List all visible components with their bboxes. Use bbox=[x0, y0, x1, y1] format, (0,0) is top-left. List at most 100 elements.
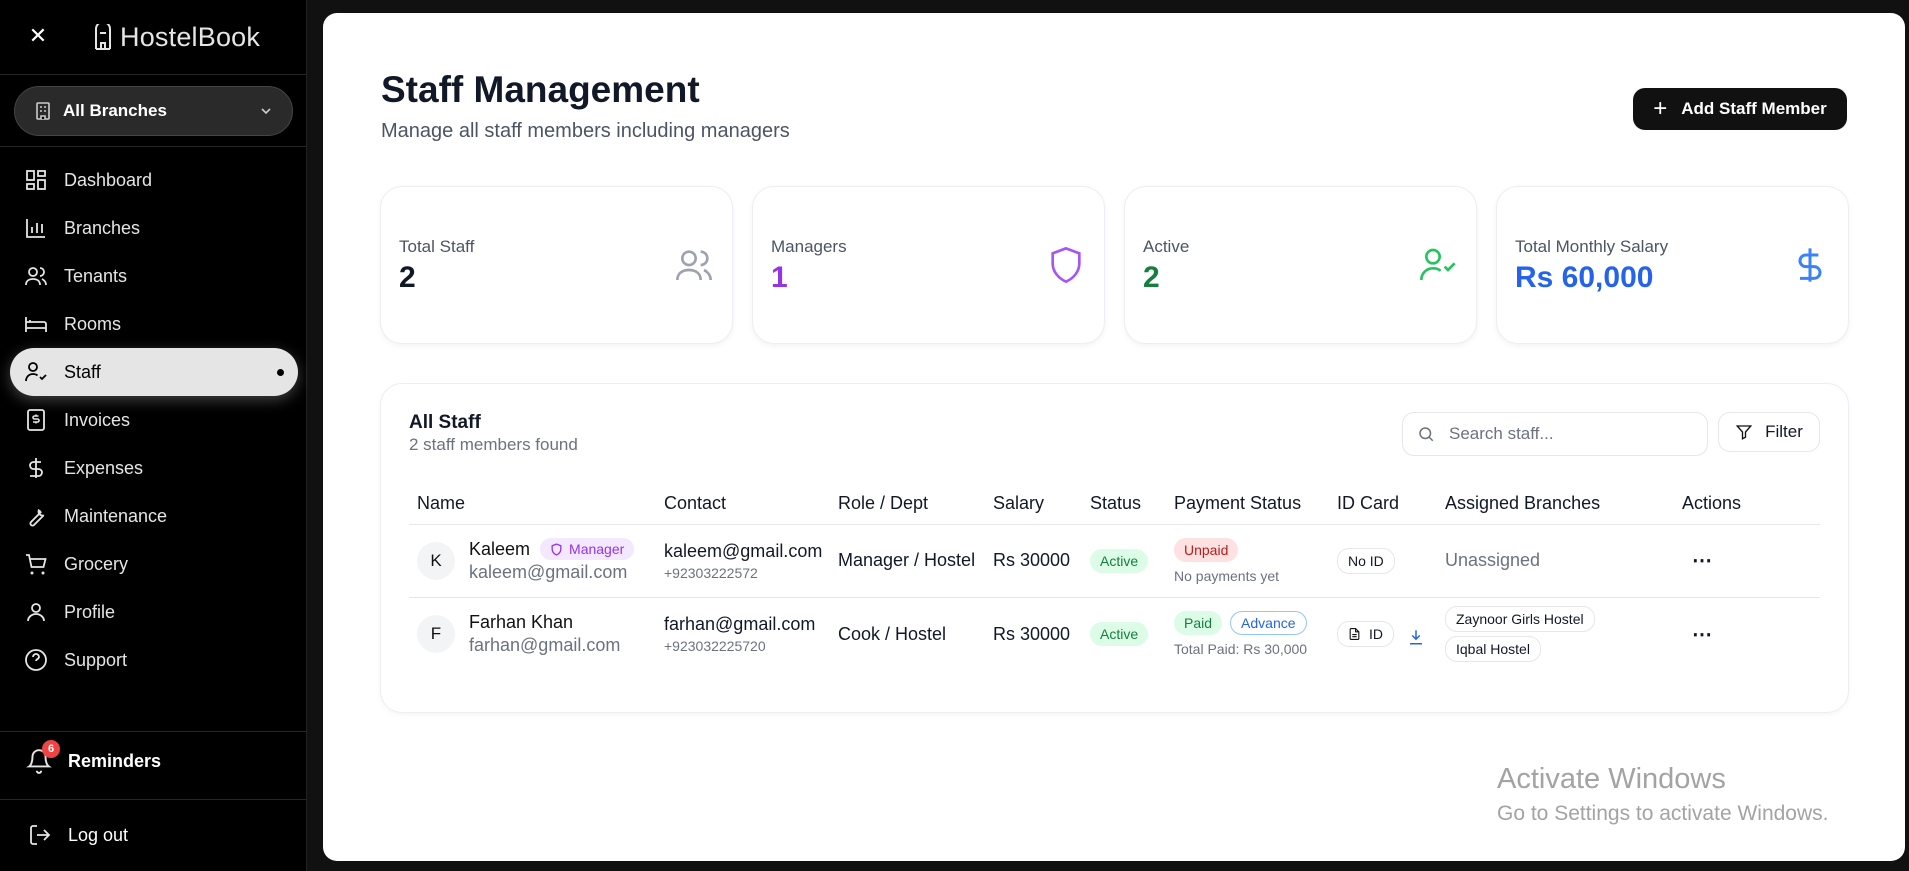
assigned-branches: Unassigned bbox=[1445, 550, 1541, 570]
app-logo-text: HostelBook bbox=[120, 21, 261, 52]
sidebar-item-grocery[interactable]: Grocery bbox=[10, 540, 298, 588]
avatar: K bbox=[417, 541, 455, 580]
staff-table: Name Contact Role / Dept Salary Status P… bbox=[409, 484, 1820, 671]
stat-card-active: Active 2 bbox=[1124, 186, 1477, 344]
sidebar-header: ✕ HostelBook bbox=[0, 0, 307, 74]
stat-label: Total Staff bbox=[399, 237, 475, 256]
sidebar-item-dashboard[interactable]: Dashboard bbox=[10, 156, 298, 204]
payment-note: Total Paid: Rs 30,000 bbox=[1174, 641, 1308, 658]
branch-select-label: All Branches bbox=[63, 101, 167, 120]
advance-badge: Advance bbox=[1230, 611, 1307, 636]
building-icon bbox=[95, 24, 111, 50]
document-icon bbox=[1349, 628, 1360, 641]
contact-email: kaleem@gmail.com bbox=[664, 540, 823, 561]
status-badge: Active bbox=[1090, 548, 1149, 573]
sidebar-item-label: Tenants bbox=[64, 265, 128, 286]
divider bbox=[0, 146, 307, 147]
manager-badge: Manager bbox=[540, 538, 635, 560]
role-dept: Manager / Hostel bbox=[830, 524, 985, 598]
stat-label: Managers bbox=[771, 237, 847, 256]
branch-badge: Iqbal Hostel bbox=[1445, 636, 1541, 663]
active-indicator-dot bbox=[277, 369, 284, 376]
search-box[interactable] bbox=[1402, 412, 1708, 456]
app-logo[interactable]: HostelBook bbox=[92, 20, 260, 54]
windows-watermark-subtitle: Go to Settings to activate Windows. bbox=[1497, 802, 1829, 825]
payment-status-badge: Unpaid bbox=[1174, 537, 1239, 562]
stat-card-total-staff: Total Staff 2 bbox=[380, 186, 733, 344]
users-icon bbox=[25, 267, 47, 286]
reminders-label: Reminders bbox=[68, 750, 162, 771]
stat-label: Active bbox=[1143, 237, 1190, 256]
dashboard-icon bbox=[26, 170, 46, 190]
filter-button[interactable]: Filter bbox=[1718, 412, 1820, 452]
column-header: Salary bbox=[985, 484, 1082, 525]
sidebar-item-maintenance[interactable]: Maintenance bbox=[10, 492, 298, 540]
sidebar-item-label: Rooms bbox=[64, 313, 122, 334]
close-icon[interactable]: ✕ bbox=[26, 24, 50, 48]
page-title: Staff Management bbox=[381, 69, 700, 110]
dollar-icon bbox=[29, 458, 43, 478]
page-subtitle: Manage all staff members including manag… bbox=[381, 120, 790, 142]
logout-label: Log out bbox=[68, 824, 129, 845]
users-icon bbox=[676, 250, 712, 281]
sidebar-item-staff[interactable]: Staff bbox=[10, 348, 298, 396]
download-icon[interactable] bbox=[1407, 628, 1425, 646]
table-count: 2 staff members found bbox=[409, 435, 578, 454]
payment-note: No payments yet bbox=[1174, 567, 1280, 584]
sidebar-item-support[interactable]: Support bbox=[10, 636, 298, 684]
sidebar-item-tenants[interactable]: Tenants bbox=[10, 252, 298, 300]
filter-icon bbox=[1735, 425, 1753, 440]
status-badge: Active bbox=[1090, 622, 1149, 647]
user-icon bbox=[27, 603, 45, 622]
column-header: Status bbox=[1082, 484, 1166, 525]
table-row[interactable]: F Farhan Khan farhan@gmail.com farhan@gm… bbox=[409, 597, 1820, 671]
sidebar-item-label: Profile bbox=[64, 601, 116, 622]
chevron-down-icon bbox=[261, 108, 271, 115]
stat-value: 2 bbox=[399, 261, 416, 294]
staff-name: Kaleem bbox=[469, 538, 531, 559]
id-card-label: ID bbox=[1369, 626, 1383, 643]
add-staff-button[interactable]: + Add Staff Member bbox=[1633, 88, 1847, 130]
sidebar-item-invoices[interactable]: Invoices bbox=[10, 396, 298, 444]
table-row[interactable]: K Kaleem Manager kaleem@gmail.com kaleem… bbox=[409, 524, 1820, 598]
bed-icon bbox=[25, 317, 47, 332]
column-header: Contact bbox=[656, 484, 830, 525]
sidebar-item-label: Invoices bbox=[64, 409, 131, 430]
avatar: F bbox=[417, 615, 455, 654]
sidebar-item-expenses[interactable]: Expenses bbox=[10, 444, 298, 492]
stat-label: Total Monthly Salary bbox=[1515, 237, 1669, 256]
cart-icon bbox=[26, 554, 47, 575]
more-actions-icon[interactable]: ⋯ bbox=[1682, 624, 1713, 646]
receipt-icon bbox=[27, 409, 45, 431]
stat-value: 2 bbox=[1143, 261, 1160, 294]
logout-button[interactable]: Log out bbox=[28, 823, 128, 847]
shield-icon bbox=[551, 542, 562, 556]
contact-email: farhan@gmail.com bbox=[664, 614, 816, 635]
column-header: Actions bbox=[1674, 484, 1820, 525]
sidebar-item-rooms[interactable]: Rooms bbox=[10, 300, 298, 348]
search-icon bbox=[1419, 427, 1434, 442]
id-card-view-button[interactable]: ID bbox=[1337, 621, 1394, 648]
user-check-icon bbox=[25, 362, 47, 382]
sidebar-item-label: Staff bbox=[64, 361, 101, 382]
wrench-icon bbox=[29, 509, 45, 527]
sidebar-item-label: Expenses bbox=[64, 457, 144, 478]
branch-select[interactable]: All Branches bbox=[14, 86, 293, 136]
reminders-button[interactable]: 6 Reminders bbox=[26, 740, 162, 774]
column-header: ID Card bbox=[1329, 484, 1437, 525]
role-dept: Cook / Hostel bbox=[838, 623, 947, 644]
salary: Rs 30000 bbox=[985, 524, 1082, 598]
sidebar-item-label: Grocery bbox=[64, 553, 129, 574]
divider bbox=[0, 731, 307, 732]
sidebar-item-label: Maintenance bbox=[64, 505, 168, 526]
table-title: All Staff bbox=[409, 412, 481, 433]
search-input[interactable] bbox=[1449, 424, 1679, 444]
sidebar-item-branches[interactable]: Branches bbox=[10, 204, 298, 252]
bar-chart-icon bbox=[26, 219, 45, 238]
more-actions-icon[interactable]: ⋯ bbox=[1682, 550, 1713, 572]
stat-value: Rs 60,000 bbox=[1515, 261, 1654, 294]
sidebar-item-profile[interactable]: Profile bbox=[10, 588, 298, 636]
filter-label: Filter bbox=[1765, 422, 1803, 441]
staff-name: Farhan Khan bbox=[469, 612, 574, 633]
sidebar: ✕ HostelBook All Branches Dashboard Bran… bbox=[0, 0, 307, 871]
